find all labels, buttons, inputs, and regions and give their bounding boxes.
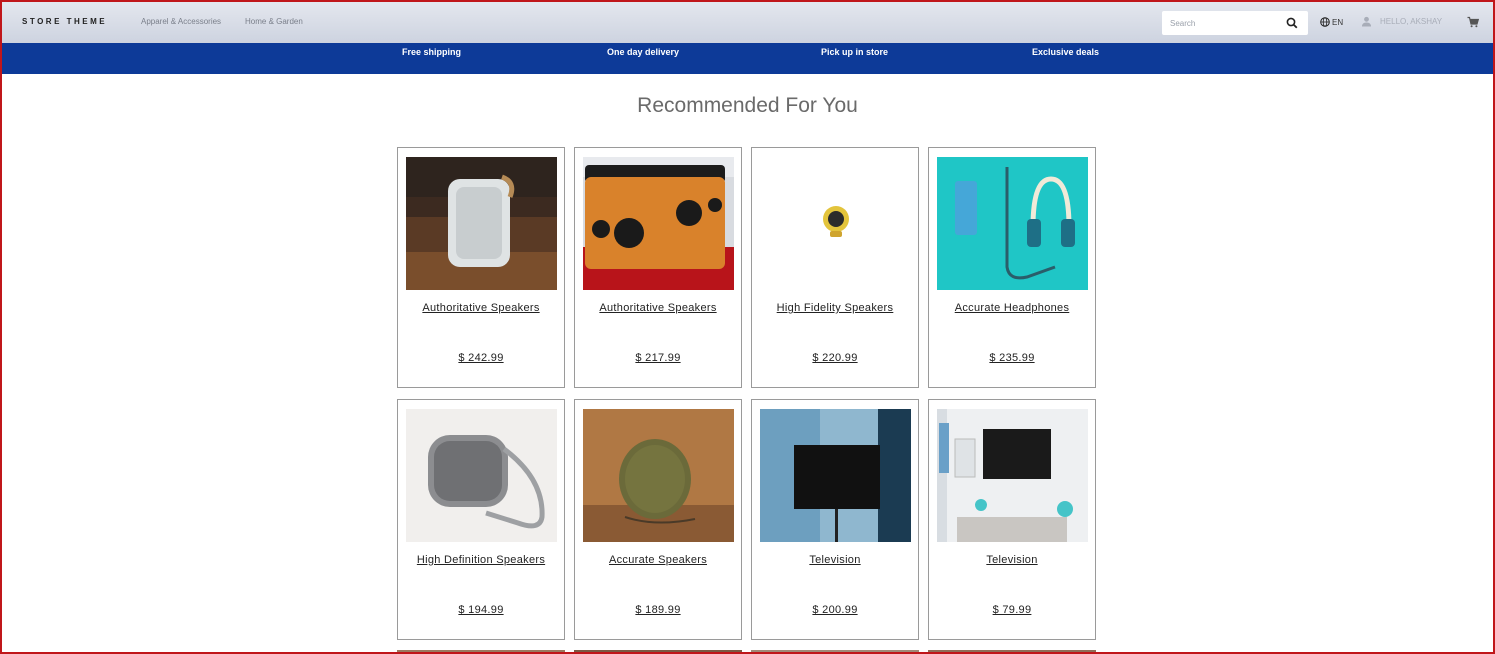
product-name[interactable]: Authoritative Speakers <box>575 302 741 314</box>
product-card[interactable]: Television $ 200.99 <box>751 399 919 640</box>
product-price[interactable]: $ 200.99 <box>752 604 918 616</box>
product-price[interactable]: $ 235.99 <box>929 352 1095 364</box>
product-image[interactable] <box>583 157 734 290</box>
benefit-exclusive-deals: Exclusive deals <box>1032 47 1100 57</box>
tv-on-stand-image <box>760 409 911 542</box>
benefit-one-day-delivery: One day delivery <box>607 47 680 57</box>
section-title: Recommended For You <box>637 94 858 117</box>
grey-speaker-strap-image <box>406 409 557 542</box>
next-row-card-edge <box>751 650 919 654</box>
product-card[interactable]: High Definition Speakers $ 194.99 <box>397 399 565 640</box>
product-price[interactable]: $ 242.99 <box>398 352 564 364</box>
product-image[interactable] <box>937 157 1088 290</box>
product-price[interactable]: $ 217.99 <box>575 352 741 364</box>
site-header: STORE THEME Apparel & Accessories Home &… <box>2 2 1493 43</box>
next-row-card-edge <box>397 650 565 654</box>
user-menu[interactable]: HELLO, AKSHAY <box>1361 16 1442 27</box>
product-image[interactable] <box>406 157 557 290</box>
user-greeting: HELLO, AKSHAY <box>1380 17 1443 26</box>
product-card[interactable]: Accurate Headphones $ 235.99 <box>928 147 1096 388</box>
product-name[interactable]: High Fidelity Speakers <box>752 302 918 314</box>
product-image[interactable] <box>406 409 557 542</box>
product-card[interactable]: High Fidelity Speakers $ 220.99 <box>751 147 919 388</box>
language-label: EN <box>1332 17 1344 27</box>
nav-home-garden[interactable]: Home & Garden <box>245 17 303 26</box>
globe-icon <box>1320 17 1330 27</box>
white-portable-speaker-image <box>406 157 557 290</box>
search-input[interactable] <box>1170 15 1280 31</box>
product-name[interactable]: Television <box>929 554 1095 566</box>
product-name[interactable]: Television <box>752 554 918 566</box>
nav-apparel-accessories[interactable]: Apparel & Accessories <box>141 17 221 26</box>
language-selector[interactable]: EN <box>1320 17 1343 27</box>
product-name[interactable]: Accurate Speakers <box>575 554 741 566</box>
store-logo[interactable]: STORE THEME <box>22 17 107 26</box>
search-box <box>1162 11 1308 35</box>
search-icon[interactable] <box>1286 17 1298 29</box>
product-image[interactable] <box>760 157 911 290</box>
product-name[interactable]: Accurate Headphones <box>929 302 1095 314</box>
bamboo-speaker-image <box>583 157 734 290</box>
user-icon <box>1362 16 1371 27</box>
yellow-mini-speaker-image <box>760 157 911 290</box>
olive-round-speaker-image <box>583 409 734 542</box>
product-name[interactable]: High Definition Speakers <box>398 554 564 566</box>
cart-icon[interactable] <box>1467 16 1479 28</box>
product-image[interactable] <box>760 409 911 542</box>
next-row-card-edge <box>928 650 1096 654</box>
headphones-on-teal-image <box>937 157 1088 290</box>
product-price[interactable]: $ 220.99 <box>752 352 918 364</box>
product-image[interactable] <box>937 409 1088 542</box>
product-name[interactable]: Authoritative Speakers <box>398 302 564 314</box>
tv-living-room-image <box>937 409 1088 542</box>
benefits-bar: Free shipping One day delivery Pick up i… <box>2 43 1493 74</box>
product-card[interactable]: Authoritative Speakers $ 242.99 <box>397 147 565 388</box>
product-price[interactable]: $ 79.99 <box>929 604 1095 616</box>
product-card[interactable]: Accurate Speakers $ 189.99 <box>574 399 742 640</box>
product-price[interactable]: $ 194.99 <box>398 604 564 616</box>
product-card[interactable]: Authoritative Speakers $ 217.99 <box>574 147 742 388</box>
benefit-pick-up-in-store: Pick up in store <box>821 47 889 57</box>
benefit-free-shipping: Free shipping <box>402 47 462 57</box>
next-row-card-edge <box>574 650 742 654</box>
product-price[interactable]: $ 189.99 <box>575 604 741 616</box>
product-image[interactable] <box>583 409 734 542</box>
product-card[interactable]: Television $ 79.99 <box>928 399 1096 640</box>
